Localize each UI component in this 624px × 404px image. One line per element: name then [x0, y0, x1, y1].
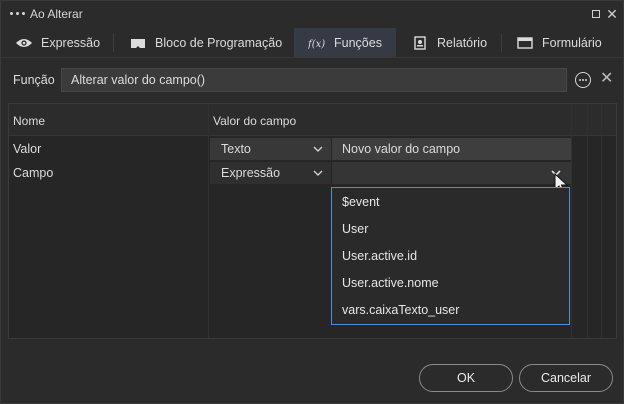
form-window-icon	[516, 36, 534, 50]
close-window-icon[interactable]: ✕	[605, 7, 619, 21]
column-divider	[571, 104, 572, 338]
field-type-select[interactable]: Expressão	[210, 162, 331, 184]
maximize-icon[interactable]	[589, 7, 603, 21]
menu-dots-icon[interactable]	[10, 12, 25, 15]
column-divider	[601, 104, 602, 338]
tab-relatorio[interactable]: Relatório	[411, 28, 487, 57]
title-bar: Ao Alterar ✕	[1, 1, 623, 27]
tab-formulario[interactable]: Formulário	[516, 28, 602, 57]
function-icon: f(x)	[308, 36, 326, 50]
block-icon	[129, 36, 147, 50]
clear-function-icon[interactable]: ✕	[600, 70, 613, 88]
svg-text:f(x): f(x)	[308, 39, 325, 49]
row-label-campo: Campo	[13, 166, 54, 180]
tab-divider	[113, 34, 114, 52]
dropdown-option-vars-caixatexto-user[interactable]: vars.caixaTexto_user	[342, 303, 459, 317]
function-label: Função	[13, 73, 55, 87]
select-value: Expressão	[221, 166, 281, 180]
cancel-button[interactable]: Cancelar	[519, 364, 613, 392]
dialog-window: Ao Alterar ✕ Expressão Bloco de Programa…	[0, 0, 624, 404]
tab-label: Funções	[334, 35, 382, 50]
tab-label: Formulário	[542, 35, 602, 50]
tab-label: Bloco de Programação	[155, 35, 283, 50]
column-header-value: Valor do campo	[213, 114, 297, 128]
field-value-select[interactable]	[332, 162, 571, 184]
function-field[interactable]: Alterar valor do campo()	[61, 68, 567, 92]
field-dropdown-list: $event User User.active.id User.active.n…	[331, 187, 570, 325]
value-type-select[interactable]: Texto	[210, 138, 331, 160]
chevron-down-icon	[313, 162, 323, 193]
select-value: Texto	[221, 142, 251, 156]
dropdown-option-user-active-id[interactable]: User.active.id	[342, 249, 417, 263]
tab-bar: Expressão Bloco de Programação f(x) Funç…	[1, 28, 623, 58]
ok-button[interactable]: OK	[419, 364, 513, 392]
column-divider	[208, 104, 209, 338]
column-header-name: Nome	[13, 114, 46, 128]
value-input[interactable]: Novo valor do campo	[332, 138, 571, 160]
dropdown-option-user[interactable]: User	[342, 222, 368, 236]
tab-divider	[501, 34, 502, 52]
eye-icon	[15, 36, 33, 50]
report-icon	[411, 35, 429, 50]
tab-funcoes[interactable]: f(x) Funções	[294, 28, 396, 57]
tab-bloco-de-programacao[interactable]: Bloco de Programação	[129, 28, 282, 57]
dropdown-option-user-active-nome[interactable]: User.active.nome	[342, 276, 439, 290]
row-label-valor: Valor	[13, 142, 42, 156]
window-title: Ao Alterar	[30, 7, 83, 21]
grid-header: Nome Valor do campo	[9, 104, 616, 136]
tab-label: Expressão	[41, 35, 101, 50]
dropdown-option-event[interactable]: $event	[342, 195, 380, 209]
column-divider	[587, 104, 588, 338]
tab-expressao[interactable]: Expressão	[15, 28, 100, 57]
more-options-icon[interactable]	[575, 72, 591, 88]
tab-label: Relatório	[437, 35, 488, 50]
